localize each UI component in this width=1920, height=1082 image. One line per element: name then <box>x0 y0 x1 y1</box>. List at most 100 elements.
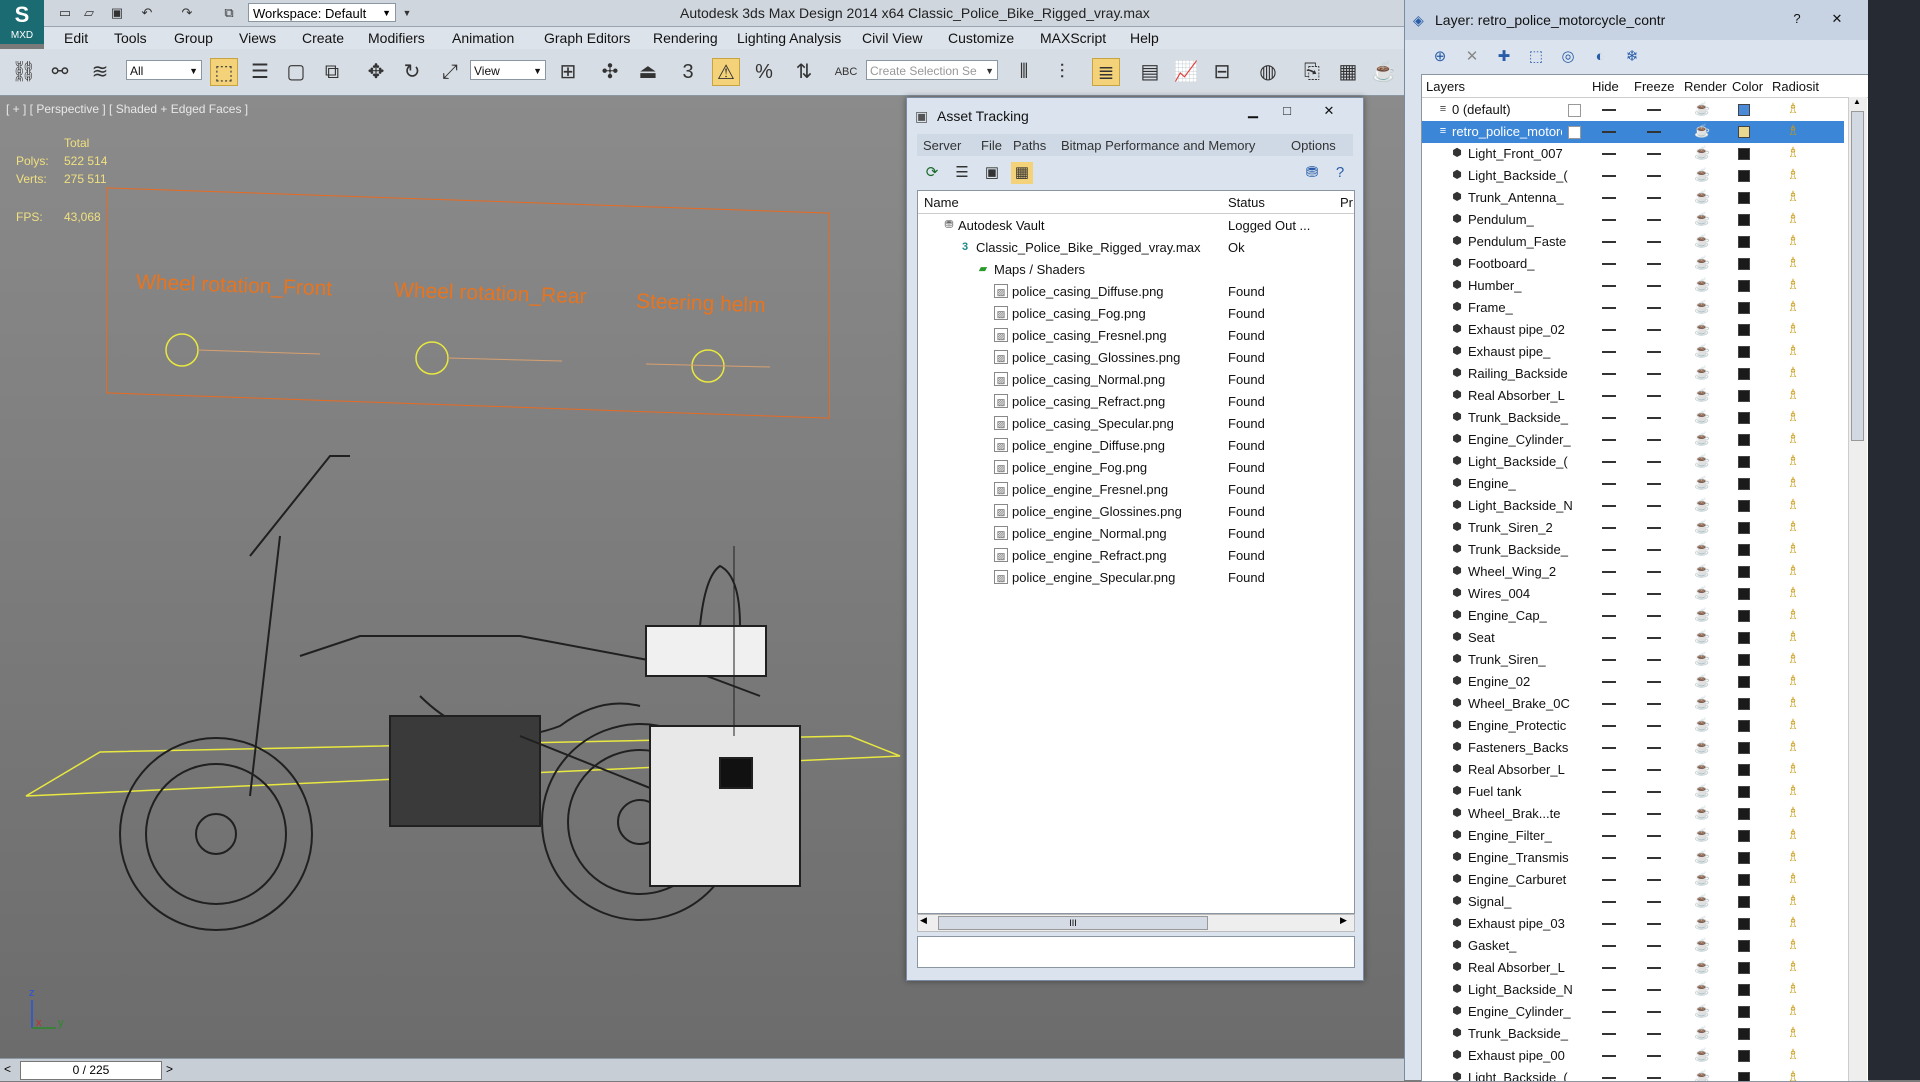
horizontal-scrollbar[interactable]: ◀ III ▶ <box>917 914 1355 932</box>
render-teapot-icon[interactable]: ☕ <box>1694 651 1710 667</box>
radiosity-icon[interactable]: ♗ <box>1784 342 1802 359</box>
freeze-toggle[interactable] <box>1647 923 1661 925</box>
menu-lighting-analysis[interactable]: Lighting Analysis <box>737 30 841 46</box>
render-teapot-icon[interactable]: ☕ <box>1694 607 1710 623</box>
scroll-thumb[interactable]: III <box>938 916 1208 930</box>
radiosity-icon[interactable]: ♗ <box>1784 914 1802 931</box>
object-color-swatch[interactable] <box>1738 544 1750 556</box>
layer-row-default[interactable]: ≡ 0 (default) ☕ ♗ <box>1422 99 1844 121</box>
menu-civil-view[interactable]: Civil View <box>862 30 922 46</box>
freeze-toggle[interactable] <box>1647 461 1661 463</box>
radiosity-icon[interactable]: ♗ <box>1784 1002 1802 1019</box>
layer-object-row[interactable]: ⬢ Wheel_Brak...te ☕ ♗ <box>1422 803 1844 825</box>
maximize-button[interactable]: □ <box>1273 102 1301 120</box>
layer-color-swatch[interactable] <box>1738 104 1750 116</box>
radiosity-icon[interactable]: ♗ <box>1784 936 1802 953</box>
close-button[interactable]: ✕ <box>1315 102 1343 120</box>
radiosity-icon[interactable]: ♗ <box>1784 276 1802 293</box>
render-teapot-icon[interactable]: ☕ <box>1694 761 1710 777</box>
render-teapot-icon[interactable]: ☕ <box>1694 827 1710 843</box>
hide-toggle[interactable] <box>1602 219 1616 221</box>
freeze-toggle[interactable] <box>1647 791 1661 793</box>
reference-coordinate-dropdown[interactable]: View ▼ <box>470 60 546 80</box>
object-color-swatch[interactable] <box>1738 368 1750 380</box>
render-teapot-icon[interactable]: ☕ <box>1694 1025 1710 1041</box>
render-teapot-icon[interactable]: ☕ <box>1694 233 1710 249</box>
layer-color-swatch[interactable] <box>1738 126 1750 138</box>
column-color[interactable]: Color <box>1732 79 1763 94</box>
freeze-toggle[interactable] <box>1647 857 1661 859</box>
layer-object-row[interactable]: ⬢ Exhaust pipe_ ☕ ♗ <box>1422 341 1844 363</box>
object-color-swatch[interactable] <box>1738 478 1750 490</box>
render-teapot-icon[interactable]: ☕ <box>1694 475 1710 491</box>
layer-object-row[interactable]: ⬢ Humber_ ☕ ♗ <box>1422 275 1844 297</box>
column-status[interactable]: Status <box>1228 195 1265 210</box>
menu-tools[interactable]: Tools <box>114 30 147 46</box>
object-color-swatch[interactable] <box>1738 148 1750 160</box>
menu-group[interactable]: Group <box>174 30 213 46</box>
object-color-swatch[interactable] <box>1738 918 1750 930</box>
layer-object-row[interactable]: ⬢ Trunk_Backside_ ☕ ♗ <box>1422 407 1844 429</box>
hide-toggle[interactable] <box>1602 1077 1616 1079</box>
select-move-icon[interactable]: ✥ <box>362 58 390 86</box>
object-color-swatch[interactable] <box>1738 786 1750 798</box>
layer-object-row[interactable]: ⬢ Gasket_ ☕ ♗ <box>1422 935 1844 957</box>
object-color-swatch[interactable] <box>1738 1072 1750 1081</box>
freeze-toggle[interactable] <box>1647 263 1661 265</box>
layer-object-row[interactable]: ⬢ Exhaust pipe_03 ☕ ♗ <box>1422 913 1844 935</box>
render-teapot-icon[interactable]: ☕ <box>1694 959 1710 975</box>
object-color-swatch[interactable] <box>1738 390 1750 402</box>
hide-toggle[interactable] <box>1602 725 1616 727</box>
render-teapot-icon[interactable]: ☕ <box>1694 541 1710 557</box>
layer-object-row[interactable]: ⬢ Pendulum_Faste ☕ ♗ <box>1422 231 1844 253</box>
object-color-swatch[interactable] <box>1738 764 1750 776</box>
ribbon-icon[interactable]: ▤ <box>1136 58 1164 86</box>
hide-toggle[interactable] <box>1602 549 1616 551</box>
render-teapot-icon[interactable]: ☕ <box>1694 321 1710 337</box>
link-icon[interactable]: ⛓ <box>10 58 38 86</box>
close-button[interactable]: ✕ <box>1823 10 1851 28</box>
refresh-icon[interactable]: ⟳ <box>921 162 943 184</box>
window-crossing-icon[interactable]: ⧉ <box>318 58 346 86</box>
menu-customize[interactable]: Customize <box>948 30 1014 46</box>
render-teapot-icon[interactable]: ☕ <box>1694 739 1710 755</box>
radiosity-icon[interactable]: ♗ <box>1784 738 1802 755</box>
freeze-toggle[interactable] <box>1647 769 1661 771</box>
asset-row-map[interactable]: ▨ police_casing_Normal.png Found <box>918 369 1354 391</box>
material-editor-icon[interactable]: ◍ <box>1254 58 1282 86</box>
table-view-icon[interactable]: ▦ <box>1011 162 1033 184</box>
hide-toggle[interactable] <box>1602 373 1616 375</box>
menu-views[interactable]: Views <box>239 30 276 46</box>
spinner-snap-icon[interactable]: ⇅ <box>790 58 818 86</box>
asset-row-max-file[interactable]: 3 Classic_Police_Bike_Rigged_vray.max Ok <box>918 237 1354 259</box>
asset-row-map[interactable]: ▨ police_engine_Diffuse.png Found <box>918 435 1354 457</box>
render-teapot-icon[interactable]: ☕ <box>1694 783 1710 799</box>
hide-toggle[interactable] <box>1602 395 1616 397</box>
object-color-swatch[interactable] <box>1738 412 1750 424</box>
radiosity-icon[interactable]: ♗ <box>1784 254 1802 271</box>
layer-object-row[interactable]: ⬢ Engine_Filter_ ☕ ♗ <box>1422 825 1844 847</box>
timeline-prev-icon[interactable]: < <box>4 1062 11 1076</box>
radiosity-icon[interactable]: ♗ <box>1784 892 1802 909</box>
hide-toggle[interactable] <box>1602 659 1616 661</box>
active-layer-checkbox[interactable] <box>1568 104 1581 117</box>
hide-toggle[interactable] <box>1602 109 1616 111</box>
radiosity-icon[interactable]: ♗ <box>1784 408 1802 425</box>
object-color-swatch[interactable] <box>1738 170 1750 182</box>
object-color-swatch[interactable] <box>1738 896 1750 908</box>
radiosity-icon[interactable]: ♗ <box>1784 166 1802 183</box>
freeze-toggle[interactable] <box>1647 945 1661 947</box>
render-teapot-icon[interactable]: ☕ <box>1694 849 1710 865</box>
render-teapot-icon[interactable]: ☕ <box>1694 519 1710 535</box>
delete-layer-icon[interactable]: ✕ <box>1461 46 1483 68</box>
radiosity-icon[interactable]: ♗ <box>1784 540 1802 557</box>
hide-toggle[interactable] <box>1602 967 1616 969</box>
select-objects-icon[interactable]: ⬚ <box>1525 46 1547 68</box>
layer-object-row[interactable]: ⬢ Light_Backside_N ☕ ♗ <box>1422 979 1844 1001</box>
object-color-swatch[interactable] <box>1738 324 1750 336</box>
layer-object-row[interactable]: ⬢ Fasteners_Backs ☕ ♗ <box>1422 737 1844 759</box>
column-radiosity[interactable]: Radiosit <box>1772 79 1819 94</box>
radiosity-icon[interactable]: ♗ <box>1784 452 1802 469</box>
render-teapot-icon[interactable]: ☕ <box>1694 695 1710 711</box>
asset-row-map[interactable]: ▨ police_engine_Refract.png Found <box>918 545 1354 567</box>
